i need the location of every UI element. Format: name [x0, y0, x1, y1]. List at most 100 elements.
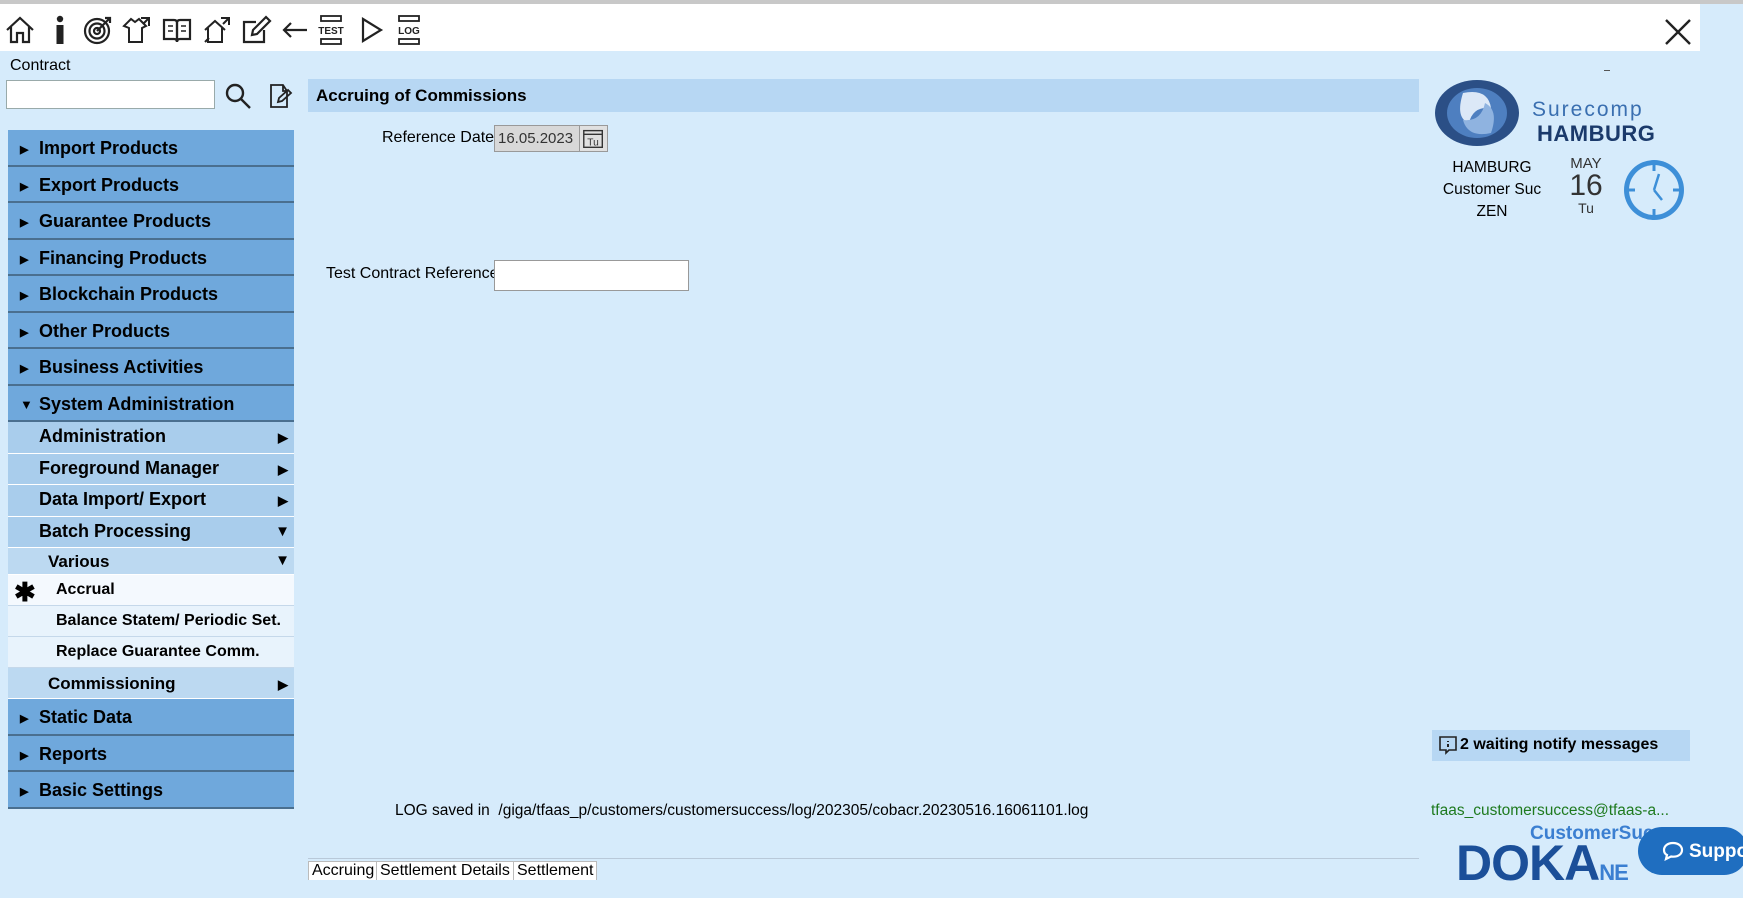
log-icon-text: LOG	[398, 26, 420, 37]
reference-date-field[interactable]	[494, 125, 580, 152]
date-day: 16	[1569, 169, 1603, 202]
nav-guarantee-products[interactable]: ▶ Guarantee Products	[8, 203, 294, 240]
doka-logo: DOKANE	[1456, 835, 1629, 898]
expand-arrow-icon: ▶	[20, 253, 29, 266]
contract-search-input[interactable]	[6, 80, 215, 109]
date-weekday: Tu	[1578, 200, 1594, 216]
log-path: /giga/tfaas_p/customers/customersuccess/…	[498, 802, 1089, 819]
nav-batch-processing[interactable]: Batch Processing ▼	[8, 516, 294, 548]
nav-commissioning[interactable]: Commissioning ▶	[8, 668, 294, 699]
target-icon[interactable]	[80, 12, 116, 48]
nav-label: Commissioning	[48, 674, 176, 693]
expand-arrow-icon: ▶	[20, 144, 29, 156]
date-display: MAY 16 Tu	[1560, 156, 1612, 215]
nav-label: System Administration	[39, 393, 235, 414]
nav-label: Accrual	[56, 581, 115, 598]
nav-system-administration[interactable]: ▼ System Administration	[8, 385, 294, 422]
submenu-arrow-icon: ▶	[278, 430, 288, 445]
nav-accrual[interactable]: ✱ Accrual	[8, 575, 294, 607]
test-contract-label: Test Contract Reference	[326, 265, 499, 282]
user-email[interactable]: tfaas_customersuccess@tfaas-a...	[1431, 802, 1669, 820]
tab-settlement[interactable]: Settlement	[513, 861, 598, 880]
reference-date-label: Reference Date	[382, 129, 495, 146]
collapse-arrow-icon: ▼	[20, 396, 33, 412]
nav-other-products[interactable]: ▶ Other Products	[8, 312, 294, 349]
nav-label: Various	[48, 552, 110, 571]
nav-label: Import Products	[39, 138, 179, 158]
test-contract-field[interactable]	[494, 260, 689, 291]
nav-replace-guarantee[interactable]: Replace Guarantee Comm.	[8, 637, 294, 668]
user-info: HAMBURG Customer Suc ZEN	[1428, 157, 1556, 223]
support-chat-button[interactable]: Suppo	[1638, 827, 1743, 875]
brand-location: HAMBURG	[1537, 121, 1656, 146]
tab-settlement-details[interactable]: Settlement Details	[376, 861, 514, 880]
submenu-arrow-icon: ▶	[278, 461, 288, 477]
nav-label: Business Activities	[39, 357, 204, 377]
expand-arrow-icon: ▶	[20, 713, 29, 725]
expand-arrow-icon: ▶	[20, 749, 29, 762]
nav-label: Static Data	[39, 707, 133, 727]
info-icon[interactable]	[42, 12, 78, 48]
expand-arrow-icon: ▶	[20, 180, 29, 193]
tab-bar: Accruing Settlement Details Settlement	[308, 858, 1419, 880]
tab-accruing[interactable]: Accruing	[308, 861, 379, 880]
calendar-weekday-text: Tu	[587, 137, 599, 148]
toolbar: TEST LOG	[0, 4, 1700, 51]
expand-arrow-icon: ▶	[20, 363, 29, 375]
nav-business-activities[interactable]: ▶ Business Activities	[8, 349, 294, 386]
nav-label: Export Products	[39, 174, 180, 195]
nav-data-import-export[interactable]: Data Import/ Export ▶	[8, 485, 294, 517]
book-icon[interactable]	[159, 12, 195, 48]
play-icon[interactable]	[353, 12, 389, 48]
nav-static-data[interactable]: ▶ Static Data	[8, 699, 294, 736]
test-icon[interactable]: TEST	[313, 12, 349, 48]
nav-label: Balance Statem/ Periodic Set.	[56, 612, 281, 629]
nav-reports[interactable]: ▶ Reports	[8, 735, 294, 772]
back-icon[interactable]	[277, 12, 313, 48]
expand-arrow-icon: ▶	[20, 217, 29, 229]
nav-administration[interactable]: Administration ▶	[8, 422, 294, 454]
surecomp-logo-icon	[1433, 78, 1521, 148]
expand-arrow-icon: ▶	[20, 786, 29, 798]
nav-label: Financing Products	[39, 247, 208, 268]
document-edit-icon[interactable]	[266, 82, 294, 110]
submenu-arrow-icon: ▶	[278, 493, 288, 508]
expand-arrow-icon: ▶	[20, 326, 29, 339]
log-label: LOG saved in	[395, 802, 490, 819]
close-icon[interactable]	[1660, 14, 1696, 50]
clock-icon	[1622, 158, 1686, 222]
log-icon[interactable]: LOG	[391, 12, 427, 48]
notify-messages-button[interactable]: 2 waiting notify messages	[1432, 730, 1690, 761]
nav-financing-products[interactable]: ▶ Financing Products	[8, 239, 294, 276]
nav-label: Basic Settings	[39, 780, 164, 800]
nav-label: Other Products	[39, 320, 171, 341]
test-icon-text: TEST	[318, 26, 344, 37]
nav-balance-statem[interactable]: Balance Statem/ Periodic Set.	[8, 606, 294, 637]
nav-label: Reports	[39, 743, 108, 764]
collapse-arrow-icon: ▼	[275, 552, 290, 569]
nav-export-products[interactable]: ▶ Export Products	[8, 166, 294, 203]
location-text: HAMBURG	[1452, 159, 1532, 176]
support-label: Suppo	[1689, 841, 1743, 862]
zone-text: ZEN	[1476, 203, 1508, 220]
customer-text: Customer Suc	[1442, 181, 1542, 198]
switch-icon[interactable]	[199, 12, 235, 48]
nav-label: Administration	[39, 426, 167, 446]
doka-text: DOKA	[1456, 835, 1600, 891]
chat-bubble-icon	[1662, 841, 1684, 862]
calendar-button[interactable]: Tu	[579, 125, 608, 152]
contract-label: Contract	[10, 57, 71, 74]
edit-icon[interactable]	[238, 12, 274, 48]
nav-label: Replace Guarantee Comm.	[56, 643, 260, 660]
info-message-icon	[1438, 735, 1458, 755]
search-icon[interactable]	[224, 82, 252, 110]
nav-import-products[interactable]: ▶ Import Products	[8, 130, 294, 167]
nav-basic-settings[interactable]: ▶ Basic Settings	[8, 772, 294, 809]
nav-various[interactable]: Various ▼	[8, 548, 294, 575]
nav-label: Batch Processing	[39, 520, 192, 541]
nav-foreground-manager[interactable]: Foreground Manager ▶	[8, 453, 294, 485]
log-saved-line: LOG saved in /giga/tfaas_p/customers/cus…	[395, 802, 1088, 820]
home-icon[interactable]	[2, 12, 38, 48]
nav-blockchain-products[interactable]: ▶ Blockchain Products	[8, 276, 294, 313]
handover-icon[interactable]	[119, 12, 155, 48]
